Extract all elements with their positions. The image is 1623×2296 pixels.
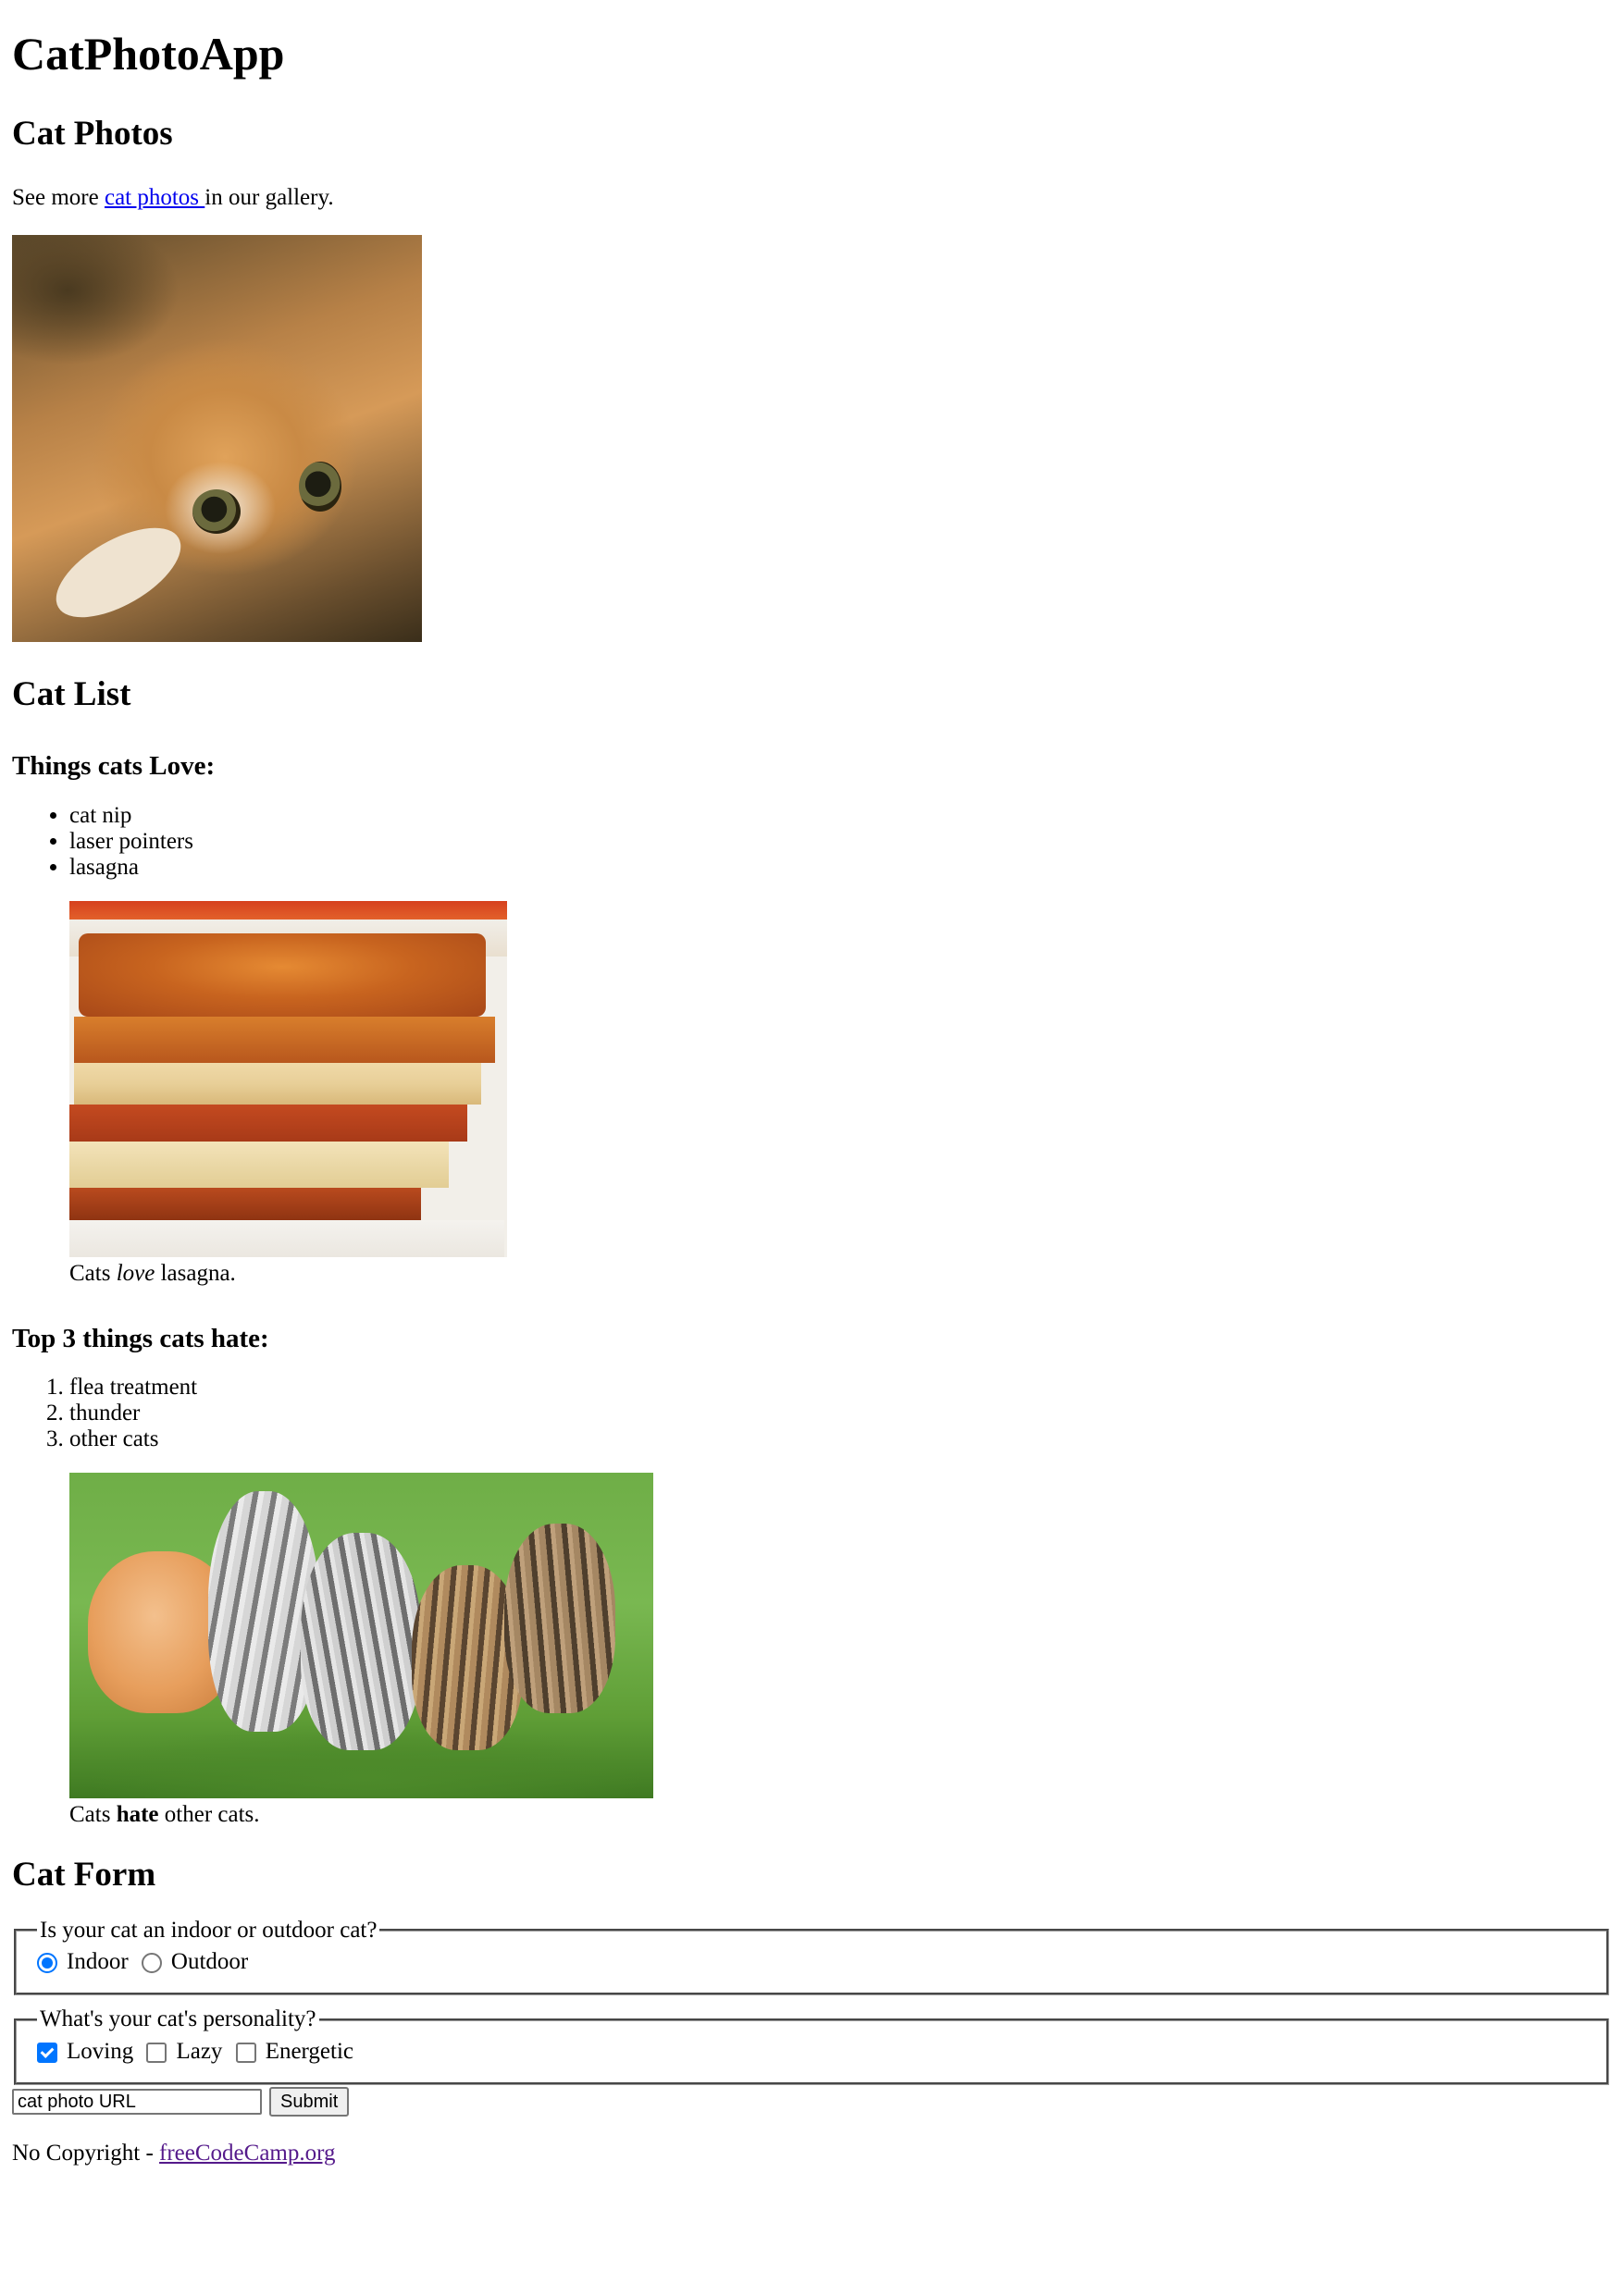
kitten-eye-right <box>299 461 341 512</box>
loving-option[interactable]: Loving <box>37 2039 133 2066</box>
cat-list-heading: Cat List <box>12 674 131 713</box>
love-item: cat nip <box>69 803 1611 829</box>
caption-emphasis: love <box>116 1260 155 1286</box>
url-row: cat photo URL Submit <box>12 2087 1611 2117</box>
cat-photo-url-input[interactable]: cat photo URL <box>12 2089 262 2116</box>
love-heading: Things cats Love: <box>12 751 216 782</box>
cat-photos-heading: Cat Photos <box>12 114 173 153</box>
personality-fieldset: What's your cat's personality? Loving La… <box>14 2006 1609 2086</box>
page-title: CatPhotoApp <box>12 28 285 80</box>
kitten-paw <box>42 509 195 636</box>
energetic-option[interactable]: Energetic <box>235 2039 353 2066</box>
kitten-eye-left <box>192 488 241 534</box>
footer: No Copyright - freeCodeCamp.org <box>12 2141 1611 2167</box>
hate-item: thunder <box>69 1401 1611 1426</box>
lazy-checkbox[interactable] <box>146 2042 167 2063</box>
cat-form-heading: Cat Form <box>12 1856 156 1895</box>
outdoor-radio[interactable] <box>141 1952 162 1973</box>
indoor-option[interactable]: Indoor <box>37 1949 129 1976</box>
cat-photos-link[interactable]: cat photos <box>105 185 204 210</box>
hate-heading: Top 3 things cats hate: <box>12 1323 269 1353</box>
intro-prefix: See more <box>12 185 99 211</box>
intro-suffix: in our gallery. <box>204 185 334 211</box>
location-legend: Is your cat an indoor or outdoor cat? <box>40 1917 378 1943</box>
kittens-photo <box>69 1473 653 1799</box>
hate-item: flea treatment <box>69 1375 1611 1401</box>
hate-item: other cats <box>69 1426 1611 1452</box>
outdoor-option[interactable]: Outdoor <box>141 1949 248 1976</box>
page: CatPhotoApp Cat Photos See more cat phot… <box>0 0 1623 2167</box>
lazy-option[interactable]: Lazy <box>146 2039 222 2066</box>
kittens-figure: Cats hate other cats. <box>69 1473 1611 1828</box>
gallery-intro: See more cat photos in our gallery. <box>12 185 1611 212</box>
love-item: lasagna <box>69 855 1611 881</box>
location-fieldset: Is your cat an indoor or outdoor cat? In… <box>14 1917 1609 1996</box>
lasagna-caption: Cats love lasagna. <box>69 1260 236 1286</box>
personality-legend: What's your cat's personality? <box>40 2006 316 2032</box>
kittens-caption: Cats hate other cats. <box>69 1802 260 1828</box>
cat-photo-form: Is your cat an indoor or outdoor cat? In… <box>12 1917 1611 2117</box>
freecodecamp-link[interactable]: freeCodeCamp.org <box>159 2141 335 2166</box>
hate-list: flea treatment thunder other cats <box>12 1375 1611 1452</box>
lasagna-photo <box>69 900 507 1257</box>
loving-checkbox[interactable] <box>37 2042 57 2063</box>
lasagna-figure: Cats love lasagna. <box>69 900 1611 1287</box>
footer-text: No Copyright - <box>12 2141 154 2166</box>
submit-button[interactable]: Submit <box>269 2087 350 2117</box>
energetic-checkbox[interactable] <box>235 2042 256 2063</box>
love-item: laser pointers <box>69 829 1611 855</box>
kitten-photo[interactable] <box>12 234 422 642</box>
love-list: cat nip laser pointers lasagna <box>12 803 1611 881</box>
indoor-radio[interactable] <box>37 1952 57 1973</box>
caption-strong: hate <box>116 1802 159 1828</box>
